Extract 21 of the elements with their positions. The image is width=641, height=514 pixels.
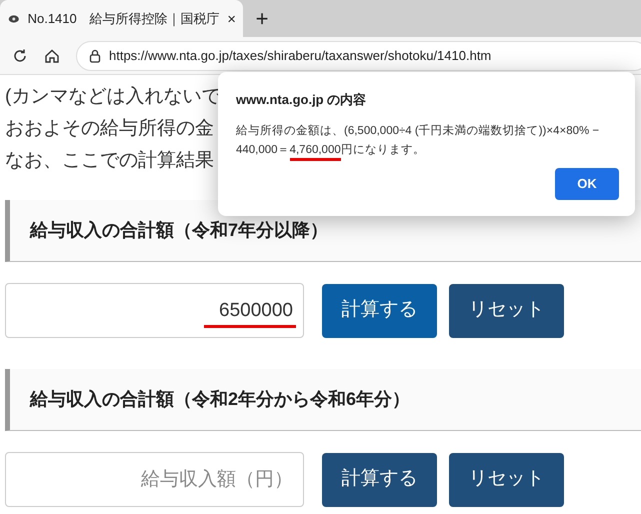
- new-tab-button[interactable]: +: [247, 0, 277, 37]
- reload-icon[interactable]: [12, 48, 28, 64]
- url-text: https://www.nta.go.jp/taxes/shiraberu/taxanswer/shotoku/1410.htm: [109, 46, 492, 65]
- lock-icon: [89, 48, 101, 62]
- dialog-title: www.nta.go.jp の内容: [236, 91, 368, 109]
- address-bar[interactable]: https://www.nta.go.jp/taxes/shiraberu/taxanswer/shotoku/1410.htm: [76, 40, 641, 70]
- close-icon[interactable]: [228, 14, 235, 24]
- reset-button[interactable]: リセット: [449, 284, 564, 338]
- amount-field[interactable]: 給与収入額（円）: [5, 452, 304, 507]
- ok-button[interactable]: OK: [555, 168, 619, 200]
- calculate-button[interactable]: 計算する: [322, 452, 437, 506]
- dialog-message: 給与所得の金額は、(6,500,000÷4 (千円未満の端数切捨て))×4×80% − 440,000＝4,760,000円になります。: [236, 122, 617, 160]
- tab-title: No.1410 給与所得控除｜国税庁: [28, 10, 220, 28]
- body-text: おおよその給与所得の金: [5, 117, 214, 141]
- section-heading: 給与収入の合計額（令和2年分から令和6年分）: [5, 369, 641, 431]
- body-text: なお、ここでの計算結果: [5, 149, 214, 173]
- calculate-button[interactable]: 計算する: [322, 284, 437, 338]
- browser-tab[interactable]: No.1410 給与所得控除｜国税庁: [0, 0, 243, 37]
- amount-field[interactable]: 6500000: [5, 283, 304, 338]
- home-icon[interactable]: [44, 48, 60, 64]
- reset-button[interactable]: リセット: [449, 452, 564, 506]
